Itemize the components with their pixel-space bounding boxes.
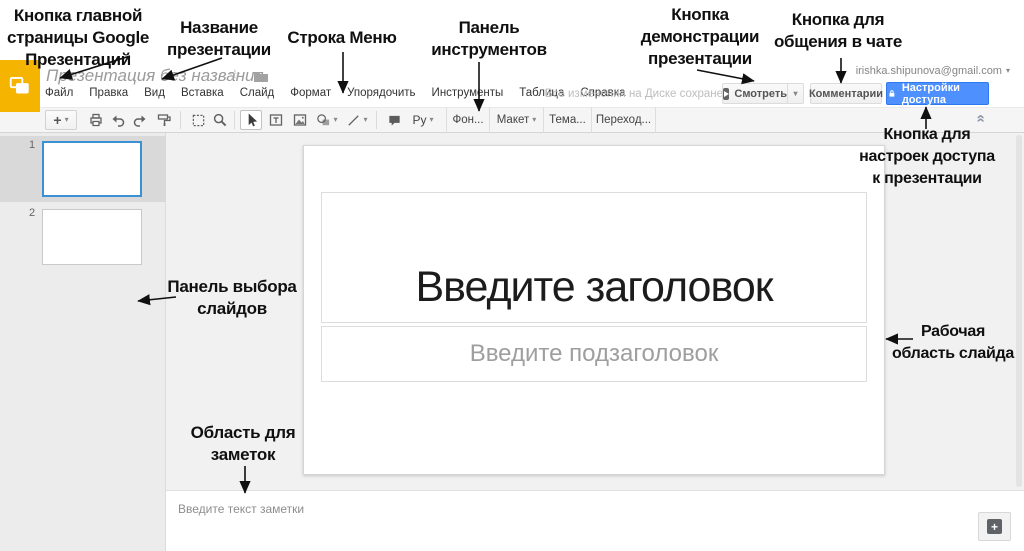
input-tools-button[interactable]: Ру ▾ (408, 110, 438, 130)
notes-placeholder-text: Введите текст заметки (178, 502, 305, 516)
menu-view[interactable]: Вид (144, 87, 165, 99)
slide-number: 2 (29, 207, 36, 219)
save-status-text: Все изменения на Диске сохранены (545, 88, 738, 100)
menu-bar: Файл Правка Вид Вставка Слайд Формат Упо… (45, 87, 625, 99)
annotation-doc-title: Название презентации (167, 18, 271, 59)
insert-line-button[interactable]: ▾ (344, 110, 370, 130)
chevron-down-icon: ▾ (1005, 66, 1010, 75)
present-options-dropdown[interactable]: ▾ (787, 83, 804, 104)
text-box-icon (269, 114, 283, 126)
annotation-toolbar: Панель инструментов (431, 18, 547, 59)
transition-button-label: Переход... (595, 114, 652, 126)
image-icon (293, 114, 307, 126)
background-button[interactable]: Фон... (446, 107, 490, 133)
play-icon (723, 87, 730, 100)
menu-edit[interactable]: Правка (89, 87, 128, 99)
fit-zoom-button[interactable] (188, 110, 208, 130)
chevron-down-icon: ▾ (64, 115, 69, 124)
explore-tool-button[interactable]: + (978, 512, 1011, 541)
layout-button-label: Макет (496, 114, 530, 126)
shape-icon (317, 113, 330, 125)
annotation-share-button: Кнопка для настроек доступа к презентаци… (859, 126, 995, 187)
theme-button[interactable]: Тема... (544, 107, 592, 133)
magnifier-icon (213, 113, 227, 127)
insert-image-button[interactable] (290, 110, 310, 130)
vertical-scrollbar[interactable] (1016, 135, 1022, 487)
slide-number: 1 (29, 139, 36, 151)
annotation-notes: Область для заметок (190, 423, 296, 464)
plus-badge-icon: + (987, 519, 1002, 534)
annotation-chat-button: Кнопка для общения в чате (773, 10, 903, 51)
annotation-home-button: Кнопка главной страницы Google Презентац… (6, 6, 150, 69)
comments-button-label: Комментарии (808, 87, 884, 100)
background-button-label: Фон... (452, 114, 484, 126)
folder-icon[interactable] (253, 70, 269, 83)
lock-icon (889, 90, 895, 97)
redo-button[interactable] (130, 110, 150, 130)
subtitle-placeholder[interactable]: Введите подзаголовок (321, 326, 867, 382)
account-email: irishka.shipunova@gmail.com (855, 65, 1002, 77)
cursor-icon (248, 113, 257, 127)
undo-icon (112, 115, 125, 127)
chevron-down-icon: ▾ (532, 115, 537, 124)
title-placeholder[interactable]: Введите заголовок (321, 192, 867, 323)
star-icon[interactable]: ☆ (228, 66, 241, 84)
new-slide-button[interactable]: + ▾ (45, 110, 77, 130)
transition-button[interactable]: Переход... (592, 107, 656, 133)
paint-roller-icon (157, 114, 171, 126)
toolbar-separator (376, 111, 377, 129)
slides-logo-icon (9, 76, 29, 94)
fit-page-icon (192, 114, 204, 126)
menu-tools[interactable]: Инструменты (432, 87, 504, 99)
chevron-down-icon: ▾ (333, 115, 338, 124)
slide-thumbnail-1[interactable] (42, 141, 142, 197)
present-button-label: Смотреть (734, 87, 787, 100)
google-slides-screenshot: Презентация без названия ☆ Файл Правка В… (0, 0, 1024, 551)
insert-shape-button[interactable]: ▾ (314, 110, 340, 130)
share-button-label: Настройки доступа (901, 81, 960, 106)
select-tool-button[interactable] (240, 110, 262, 130)
menu-insert[interactable]: Вставка (181, 87, 224, 99)
layout-button[interactable]: Макет ▾ (490, 107, 544, 133)
present-button[interactable]: Смотреть (722, 83, 788, 104)
undo-button[interactable] (108, 110, 128, 130)
speaker-notes-area[interactable] (166, 490, 1024, 551)
annotation-work-area: Рабочая область слайда (892, 323, 1014, 362)
paint-format-button[interactable] (154, 110, 174, 130)
menu-slide[interactable]: Слайд (240, 87, 275, 99)
menu-arrange[interactable]: Упорядочить (347, 87, 415, 99)
print-button[interactable] (86, 110, 106, 130)
insert-comment-button[interactable] (384, 110, 404, 130)
comments-button[interactable]: Комментарии (808, 83, 884, 104)
menu-file[interactable]: Файл (45, 87, 73, 99)
menu-format[interactable]: Формат (290, 87, 331, 99)
text-box-button[interactable] (266, 110, 286, 130)
comment-icon (388, 115, 400, 126)
theme-button-label: Тема... (549, 114, 586, 126)
plus-icon: + (53, 112, 62, 128)
subtitle-placeholder-text: Введите подзаголовок (469, 340, 719, 367)
annotation-menu-bar: Строка Меню (287, 28, 397, 47)
share-settings-button[interactable]: Настройки доступа (886, 81, 989, 106)
collapse-toolbar-icon[interactable]: » (972, 114, 989, 122)
slide-thumbnail-2[interactable] (42, 209, 142, 265)
toolbar-separator (234, 111, 235, 129)
toolbar-separator (180, 111, 181, 129)
title-placeholder-text: Введите заголовок (415, 263, 773, 311)
chevron-down-icon: ▾ (793, 88, 798, 98)
chevron-down-icon: ▾ (429, 115, 434, 124)
account-menu[interactable]: irishka.shipunova@gmail.com ▾ (856, 65, 1010, 77)
printer-icon (90, 113, 102, 127)
input-tools-label: Ру (412, 113, 427, 127)
zoom-button[interactable] (210, 110, 230, 130)
line-icon (348, 114, 360, 126)
redo-icon (133, 115, 146, 127)
chevron-down-icon: ▾ (363, 115, 368, 124)
annotation-filmstrip: Панель выбора слайдов (167, 277, 297, 318)
